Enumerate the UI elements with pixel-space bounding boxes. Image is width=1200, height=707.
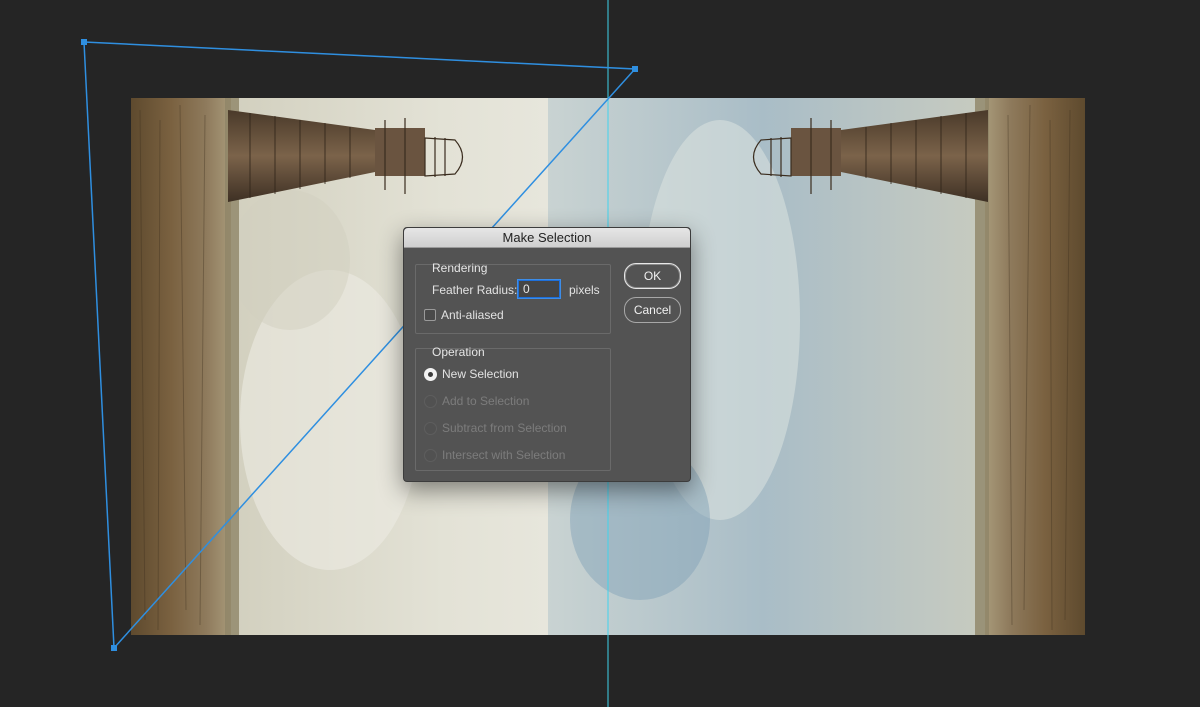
make-selection-dialog: Make Selection Rendering Feather Radius:… — [403, 227, 691, 482]
rendering-group-title: Rendering — [432, 261, 488, 275]
radio-add-to-selection[interactable]: Add to Selection — [424, 394, 529, 408]
rendering-group: Rendering Feather Radius: pixels Anti-al… — [415, 261, 611, 334]
dialog-title: Make Selection — [404, 228, 690, 248]
path-anchor-handle[interactable] — [111, 645, 117, 651]
radio-button[interactable] — [424, 367, 437, 381]
operation-group: Operation New Selection Add to Selection… — [415, 345, 611, 471]
radio-label: New Selection — [442, 367, 519, 381]
radio-intersect-with-selection[interactable]: Intersect with Selection — [424, 448, 565, 462]
path-anchor-handle[interactable] — [632, 66, 638, 72]
radio-subtract-from-selection[interactable]: Subtract from Selection — [424, 421, 567, 435]
feather-unit-label: pixels — [569, 283, 600, 297]
radio-button[interactable] — [424, 394, 437, 408]
feather-radius-label: Feather Radius: — [432, 283, 518, 297]
anti-aliased-option[interactable]: Anti-aliased — [424, 308, 504, 322]
radio-label: Add to Selection — [442, 394, 530, 408]
operation-group-title: Operation — [432, 345, 485, 359]
radio-button[interactable] — [424, 448, 437, 462]
ok-button[interactable]: OK — [624, 263, 681, 289]
anti-aliased-label: Anti-aliased — [441, 308, 504, 322]
radio-label: Subtract from Selection — [442, 421, 567, 435]
path-anchor-handle[interactable] — [81, 39, 87, 45]
anti-aliased-checkbox[interactable] — [424, 309, 436, 321]
radio-button[interactable] — [424, 421, 437, 435]
radio-new-selection[interactable]: New Selection — [424, 367, 519, 381]
cancel-button[interactable]: Cancel — [624, 297, 681, 323]
radio-label: Intersect with Selection — [442, 448, 566, 462]
feather-radius-input[interactable] — [518, 280, 560, 298]
